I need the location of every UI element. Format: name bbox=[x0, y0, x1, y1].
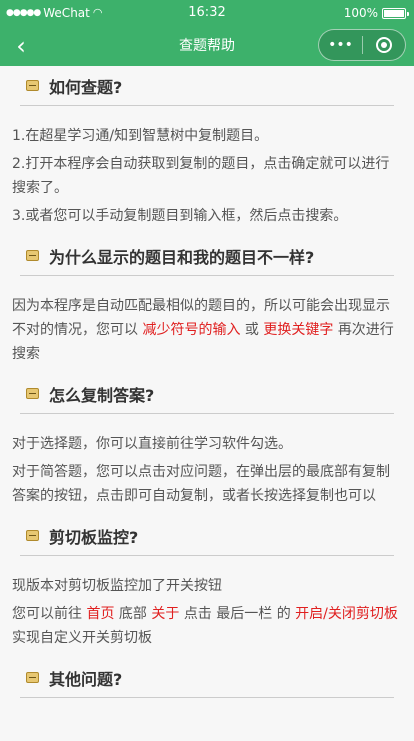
section-body: 对于选择题，你可以直接前往学习软件勾选。 对于简答题，您可以点击对应问题，在弹出… bbox=[0, 414, 414, 508]
text-segment: 或 bbox=[244, 322, 259, 338]
section-header-how-to-search: 如何查题? bbox=[20, 66, 394, 106]
battery-percent: 100% bbox=[343, 6, 378, 20]
paragraph-line: 您可以前往 首页 底部 关于 点击 最后一栏 的 开启/关闭剪切板 实现自定义开… bbox=[12, 602, 402, 650]
section-header-mismatch: 为什么显示的题目和我的题目不一样? bbox=[20, 236, 394, 276]
section-bullet-icon bbox=[26, 250, 39, 261]
section-header-clipboard: 剪切板监控? bbox=[20, 516, 394, 556]
paragraph-line: 2.打开本程序会自动获取到复制的题目，点击确定就可以进行搜索了。 bbox=[12, 156, 390, 196]
text-segment: 底部 bbox=[118, 606, 147, 622]
nav-bar: ‹ 查题帮助 ••• bbox=[0, 26, 414, 66]
status-bar: ●●●●● WeChat ◠ 16:32 100% bbox=[0, 0, 414, 26]
section-body: 1.在超星学习通/知到智慧树中复制题目。 2.打开本程序会自动获取到复制的题目，… bbox=[0, 106, 414, 228]
top-bar: ●●●●● WeChat ◠ 16:32 100% ‹ 查题帮助 ••• bbox=[0, 0, 414, 66]
section-bullet-icon bbox=[26, 530, 39, 541]
close-button[interactable] bbox=[363, 37, 405, 53]
battery-icon bbox=[382, 7, 409, 19]
highlight-text: 更换关键字 bbox=[263, 322, 334, 338]
section-title: 如何查题? bbox=[49, 77, 123, 97]
paragraph-line: 对于简答题，您可以点击对应问题，在弹出层的最底部有复制答案的按钮，点击即可自动复… bbox=[12, 464, 390, 504]
section-bullet-icon bbox=[26, 80, 39, 91]
more-dots-icon: ••• bbox=[328, 37, 353, 53]
section-bullet-icon bbox=[26, 672, 39, 683]
status-right: 100% bbox=[343, 0, 409, 26]
section-bullet-icon bbox=[26, 388, 39, 399]
paragraph-line: 对于选择题，你可以直接前往学习软件勾选。 bbox=[12, 436, 292, 452]
help-content: 如何查题? 1.在超星学习通/知到智慧树中复制题目。 2.打开本程序会自动获取到… bbox=[0, 66, 414, 741]
close-ring-icon bbox=[375, 37, 392, 53]
text-segment: 实现自定义开关剪切板 bbox=[12, 630, 152, 646]
paragraph-line: 因为本程序是自动匹配最相似的题目的，所以可能会出现显示不对的情况，您可以 减少符… bbox=[12, 294, 402, 366]
section-title: 剪切板监控? bbox=[49, 527, 139, 547]
highlight-text: 开启/关闭剪切板 bbox=[295, 606, 398, 622]
paragraph-line: 1.在超星学习通/知到智慧树中复制题目。 bbox=[12, 128, 269, 144]
section-header-other: 其他问题? bbox=[20, 658, 394, 698]
text-segment: 点击 最后一栏 的 bbox=[183, 606, 291, 622]
paragraph-line: 3.或者您可以手动复制题目到输入框，然后点击搜索。 bbox=[12, 208, 348, 224]
more-button[interactable]: ••• bbox=[319, 37, 362, 53]
section-title: 为什么显示的题目和我的题目不一样? bbox=[49, 247, 315, 267]
text-segment: 您可以前往 bbox=[12, 606, 82, 622]
section-header-copy-answer: 怎么复制答案? bbox=[20, 374, 394, 414]
section-title: 怎么复制答案? bbox=[49, 385, 155, 405]
highlight-text: 减少符号的输入 bbox=[142, 322, 241, 338]
section-title: 其他问题? bbox=[49, 669, 123, 689]
mini-program-capsule: ••• bbox=[318, 29, 406, 61]
paragraph-line: 现版本对剪切板监控加了开关按钮 bbox=[12, 578, 222, 594]
highlight-text: 关于 bbox=[151, 606, 180, 622]
section-body: 现版本对剪切板监控加了开关按钮 您可以前往 首页 底部 关于 点击 最后一栏 的… bbox=[0, 556, 414, 650]
highlight-text: 首页 bbox=[86, 606, 115, 622]
section-body: 因为本程序是自动匹配最相似的题目的，所以可能会出现显示不对的情况，您可以 减少符… bbox=[0, 276, 414, 366]
